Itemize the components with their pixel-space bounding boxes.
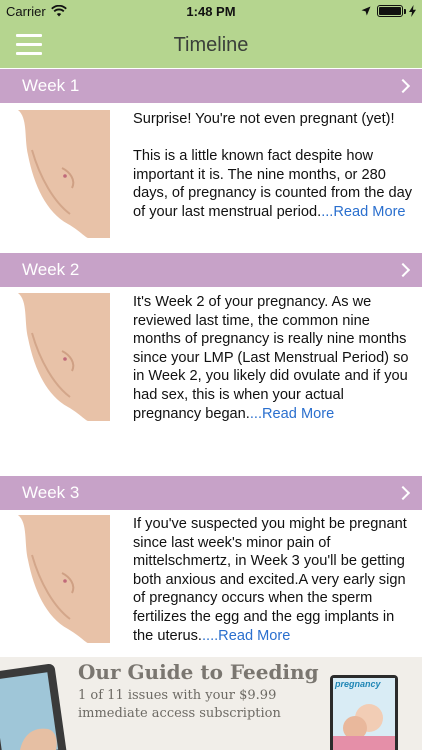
wifi-icon bbox=[50, 5, 67, 17]
ad-line-2: immediate access subscription bbox=[78, 706, 281, 721]
ad-banner[interactable]: Our Guide to Feeding 1 of 11 issues with… bbox=[0, 657, 422, 750]
battery-icon bbox=[377, 5, 406, 17]
location-arrow-icon bbox=[361, 6, 371, 16]
week-entry-2: It's Week 2 of your pregnancy. As we rev… bbox=[0, 293, 422, 443]
magazine-cover: pregnancy bbox=[333, 678, 395, 750]
navigation-bar: Timeline bbox=[0, 22, 422, 68]
charging-bolt-icon bbox=[409, 5, 416, 17]
status-right bbox=[361, 5, 416, 17]
carrier-label: Carrier bbox=[6, 3, 46, 19]
status-bar: Carrier 1:48 PM bbox=[0, 0, 422, 22]
week-label: Week 2 bbox=[22, 260, 80, 279]
chevron-right-icon bbox=[395, 262, 411, 278]
week-header-2[interactable]: Week 2 bbox=[0, 253, 422, 287]
entry-paragraph: If you've suspected you might be pregnan… bbox=[133, 515, 414, 645]
magazine-title: pregnancy bbox=[335, 679, 381, 689]
read-more-link[interactable]: ...Read More bbox=[250, 406, 334, 422]
week-label: Week 3 bbox=[22, 483, 80, 502]
hamburger-menu-icon[interactable] bbox=[16, 34, 42, 56]
entry-text: It's Week 2 of your pregnancy. As we rev… bbox=[133, 293, 414, 423]
week-entry-3: If you've suspected you might be pregnan… bbox=[0, 515, 422, 647]
entry-text: If you've suspected you might be pregnan… bbox=[133, 515, 414, 645]
battery-fill bbox=[379, 7, 401, 15]
entry-paragraph: This is a little known fact despite how … bbox=[133, 147, 414, 221]
chevron-right-icon bbox=[395, 485, 411, 501]
pregnancy-belly-image bbox=[10, 110, 110, 238]
read-more-link[interactable]: ....Read More bbox=[202, 628, 290, 644]
magazine-cover-image: pregnancy bbox=[330, 675, 398, 750]
chevron-right-icon bbox=[395, 78, 411, 94]
pregnancy-belly-image bbox=[10, 293, 110, 421]
entry-paragraph: Surprise! You're not even pregnant (yet)… bbox=[133, 111, 395, 127]
ad-line-1: 1 of 11 issues with your $9.99 bbox=[78, 688, 277, 703]
entry-text: Surprise! You're not even pregnant (yet)… bbox=[133, 110, 414, 222]
page-title: Timeline bbox=[173, 33, 249, 56]
entry-paragraph: It's Week 2 of your pregnancy. As we rev… bbox=[133, 293, 414, 423]
status-left: Carrier bbox=[6, 4, 67, 19]
ad-title: Our Guide to Feeding bbox=[78, 660, 319, 684]
week-header-3[interactable]: Week 3 bbox=[0, 476, 422, 510]
read-more-link[interactable]: ...Read More bbox=[321, 204, 405, 220]
week-label: Week 1 bbox=[22, 76, 80, 95]
tablet-hand-image bbox=[0, 663, 67, 750]
week-header-1[interactable]: Week 1 bbox=[0, 69, 422, 103]
baby-photo-icon bbox=[333, 704, 395, 750]
entry-summary: If you've suspected you might be pregnan… bbox=[133, 516, 407, 644]
entry-summary: It's Week 2 of your pregnancy. As we rev… bbox=[133, 294, 409, 422]
pregnancy-belly-image bbox=[10, 515, 110, 643]
week-entry-1: Surprise! You're not even pregnant (yet)… bbox=[0, 110, 422, 242]
